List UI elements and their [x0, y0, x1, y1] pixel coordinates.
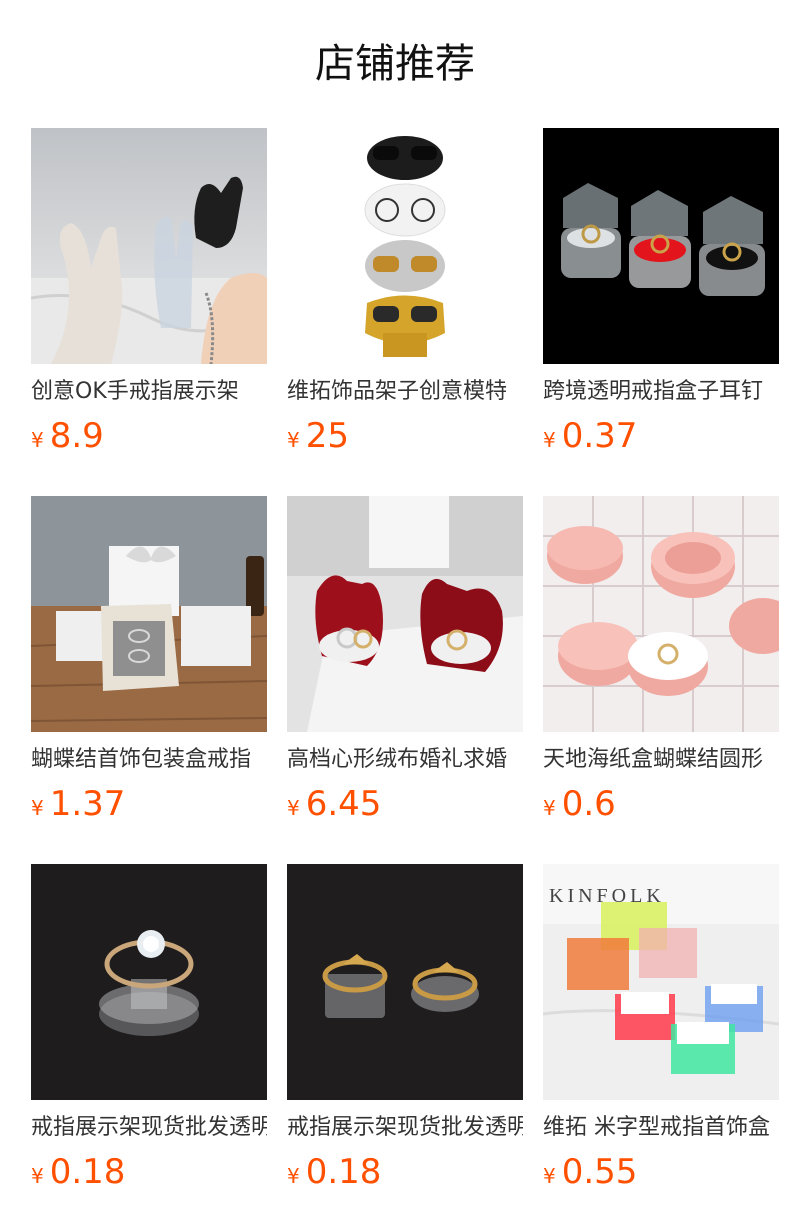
currency-symbol: ¥ [543, 796, 556, 820]
product-card[interactable]: 跨境透明戒指盒子耳钉 ¥0.37 [543, 128, 779, 496]
product-title[interactable]: 创意OK手戒指展示架 [31, 376, 267, 408]
product-price: ¥6.45 [287, 784, 523, 824]
currency-symbol: ¥ [543, 428, 556, 452]
product-card[interactable]: 创意OK手戒指展示架 ¥8.9 [31, 128, 267, 496]
product-price: ¥8.9 [31, 416, 267, 456]
product-title[interactable]: 高档心形绒布婚礼求婚 [287, 744, 523, 776]
product-card[interactable]: KINFOLK 维拓 米字型戒指首饰盒 ¥0.55 [543, 864, 779, 1232]
currency-symbol: ¥ [31, 428, 44, 452]
page-title: 店铺推荐 [315, 41, 475, 87]
product-price: ¥0.37 [543, 416, 779, 456]
price-value: 0.55 [561, 1152, 638, 1192]
product-image[interactable] [31, 864, 267, 1100]
product-price: ¥25 [287, 416, 523, 456]
price-value: 8.9 [49, 416, 104, 456]
price-value: 0.6 [561, 784, 616, 824]
product-card[interactable]: 高档心形绒布婚礼求婚 ¥6.45 [287, 496, 523, 864]
price-value: 25 [305, 416, 349, 456]
price-value: 0.18 [49, 1152, 126, 1192]
product-card[interactable]: 戒指展示架现货批发透明 ¥0.18 [31, 864, 267, 1232]
currency-symbol: ¥ [287, 796, 300, 820]
price-value: 6.45 [305, 784, 382, 824]
product-price: ¥1.37 [31, 784, 267, 824]
product-image[interactable] [543, 496, 779, 732]
product-grid: 创意OK手戒指展示架 ¥8.9 维拓饰品架子创意模特 ¥ 25 跨境透明戒指盒子… [31, 128, 779, 1232]
product-image[interactable] [287, 128, 523, 364]
product-title[interactable]: 蝴蝶结首饰包装盒戒指 [31, 744, 267, 776]
product-card[interactable]: 天地海纸盒蝴蝶结圆形 ¥0.6 [543, 496, 779, 864]
page: 店铺推荐 创意OK手戒指展示架 ¥ 8.9 维拓饰品架子创意模特 ¥ 25 跨境… [0, 0, 790, 1232]
product-title[interactable]: 跨境透明戒指盒子耳钉 [543, 376, 779, 408]
product-image[interactable] [31, 128, 267, 364]
currency-symbol: ¥ [543, 1164, 556, 1188]
product-title[interactable]: 维拓饰品架子创意模特 [287, 376, 523, 408]
product-price: ¥0.18 [287, 1152, 523, 1192]
product-card[interactable]: 蝴蝶结首饰包装盒戒指 ¥1.37 [31, 496, 267, 864]
product-image[interactable] [287, 496, 523, 732]
product-title[interactable]: 天地海纸盒蝴蝶结圆形 [543, 744, 779, 776]
product-title[interactable]: 戒指展示架现货批发透明 [287, 1112, 523, 1144]
price-value: 1.37 [49, 784, 126, 824]
product-price: ¥0.18 [31, 1152, 267, 1192]
product-card[interactable]: 戒指展示架现货批发透明 ¥0.18 [287, 864, 523, 1232]
product-image[interactable] [287, 864, 523, 1100]
product-title[interactable]: 维拓 米字型戒指首饰盒 [543, 1112, 779, 1144]
product-card[interactable]: 维拓饰品架子创意模特 ¥25 [287, 128, 523, 496]
currency-symbol: ¥ [287, 1164, 300, 1188]
product-image[interactable]: KINFOLK [543, 864, 779, 1100]
currency-symbol: ¥ [31, 796, 44, 820]
product-price: ¥0.6 [543, 784, 779, 824]
product-image[interactable] [31, 496, 267, 732]
product-title[interactable]: 戒指展示架现货批发透明 [31, 1112, 267, 1144]
product-image[interactable] [543, 128, 779, 364]
currency-symbol: ¥ [287, 428, 300, 452]
currency-symbol: ¥ [31, 1164, 44, 1188]
price-value: 0.18 [305, 1152, 382, 1192]
product-price: ¥0.55 [543, 1152, 779, 1192]
price-value: 0.37 [561, 416, 638, 456]
